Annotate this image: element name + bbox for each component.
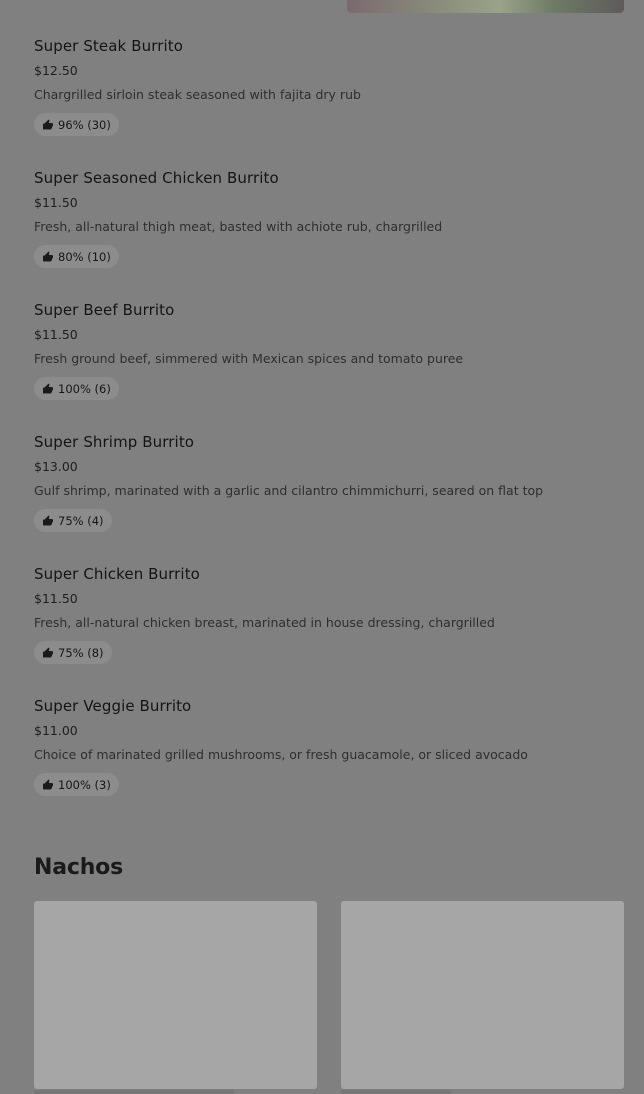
rating-text: 100% (3) bbox=[58, 777, 111, 792]
item-name: Super Beef Burrito bbox=[34, 301, 175, 319]
rating-badge: 100% (3) bbox=[34, 773, 119, 796]
menu-item[interactable]: Super Chicken Burrito $11.50 Fresh, all-… bbox=[34, 564, 624, 696]
rating-text: 75% (4) bbox=[58, 513, 104, 528]
item-description: Chargrilled sirloin steak seasoned with … bbox=[34, 87, 361, 102]
item-price: $11.50 bbox=[34, 591, 78, 606]
item-price: $13.00 bbox=[34, 459, 78, 474]
menu-item[interactable]: Super Seasoned Chicken Burrito $11.50 Fr… bbox=[34, 168, 624, 300]
item-price: $11.00 bbox=[34, 723, 78, 738]
card-title-placeholder bbox=[341, 1090, 451, 1094]
menu-item[interactable]: Super Steak Burrito $12.50 Chargrilled s… bbox=[34, 36, 624, 168]
item-description: Choice of marinated grilled mushrooms, o… bbox=[34, 747, 528, 762]
item-price: $12.50 bbox=[34, 63, 78, 78]
thumbs-up-icon bbox=[43, 383, 53, 393]
item-name: Super Veggie Burrito bbox=[34, 697, 192, 715]
thumbs-up-icon bbox=[43, 119, 53, 129]
rating-text: 100% (6) bbox=[58, 381, 111, 396]
card-title-placeholder bbox=[34, 1090, 234, 1094]
rating-badge: 96% (30) bbox=[34, 113, 119, 136]
menu-item-list: Super Steak Burrito $12.50 Chargrilled s… bbox=[34, 36, 624, 828]
item-name: Super Steak Burrito bbox=[34, 37, 183, 55]
item-name: Super Chicken Burrito bbox=[34, 565, 200, 583]
item-description: Gulf shrimp, marinated with a garlic and… bbox=[34, 483, 544, 498]
thumbs-up-icon bbox=[43, 515, 53, 525]
item-description: Fresh ground beef, simmered with Mexican… bbox=[34, 351, 464, 366]
rating-badge: 100% (6) bbox=[34, 377, 119, 400]
thumbs-up-icon bbox=[43, 647, 53, 657]
nachos-item-card[interactable] bbox=[34, 901, 317, 1089]
item-image-top[interactable] bbox=[347, 0, 624, 13]
menu-item[interactable]: Super Veggie Burrito $11.00 Choice of ma… bbox=[34, 696, 624, 828]
item-name: Super Seasoned Chicken Burrito bbox=[34, 169, 279, 187]
item-name: Super Shrimp Burrito bbox=[34, 433, 195, 451]
rating-text: 80% (10) bbox=[58, 249, 111, 264]
item-description: Fresh, all-natural chicken breast, marin… bbox=[34, 615, 495, 630]
rating-badge: 75% (8) bbox=[34, 641, 112, 664]
rating-badge: 80% (10) bbox=[34, 245, 119, 268]
thumbs-up-icon bbox=[43, 779, 53, 789]
menu-item[interactable]: Super Shrimp Burrito $13.00 Gulf shrimp,… bbox=[34, 432, 624, 564]
thumbs-up-icon bbox=[43, 251, 53, 261]
rating-text: 96% (30) bbox=[58, 117, 111, 132]
item-price: $11.50 bbox=[34, 327, 78, 342]
nachos-item-card[interactable] bbox=[341, 901, 624, 1089]
section-title-nachos: Nachos bbox=[34, 855, 123, 880]
item-price: $11.50 bbox=[34, 195, 78, 210]
item-description: Fresh, all-natural thigh meat, basted wi… bbox=[34, 219, 443, 234]
menu-item[interactable]: Super Beef Burrito $11.50 Fresh ground b… bbox=[34, 300, 624, 432]
rating-badge: 75% (4) bbox=[34, 509, 112, 532]
rating-text: 75% (8) bbox=[58, 645, 104, 660]
